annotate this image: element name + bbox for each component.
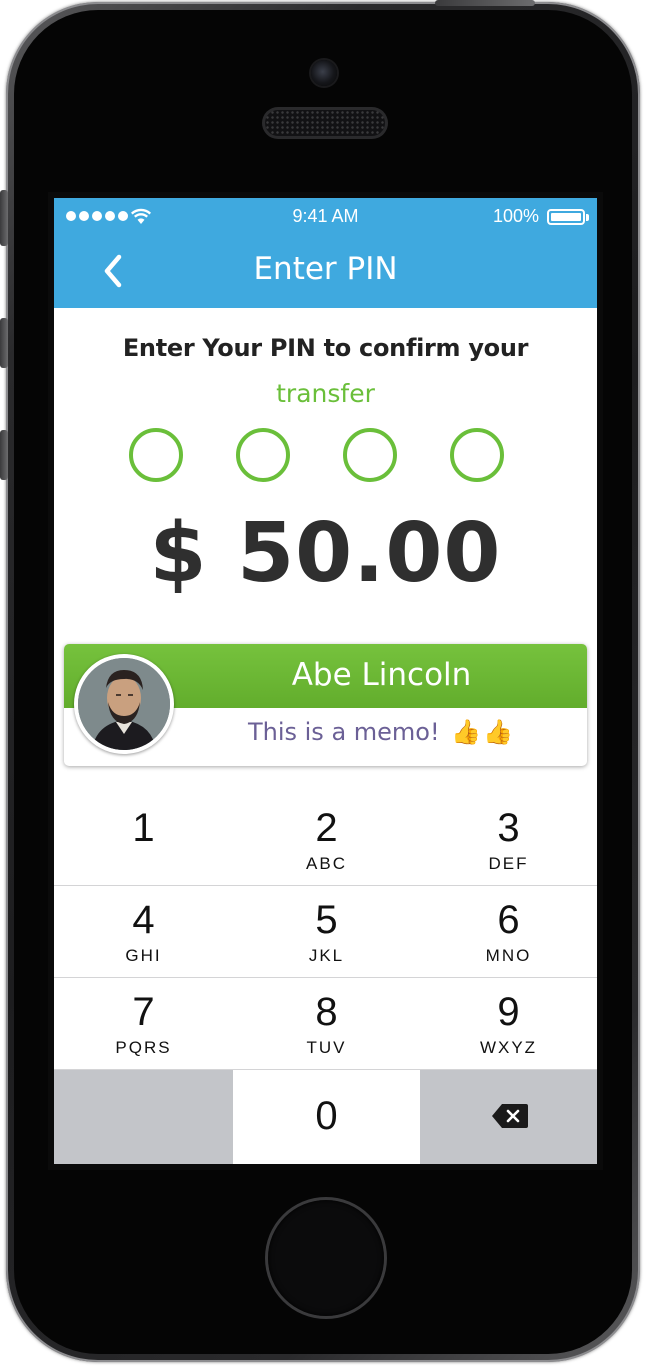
key-digit: 7 [132, 990, 155, 1034]
key-digit: 4 [132, 898, 155, 942]
nav-bar: Enter PIN [54, 234, 597, 308]
pin-dot [236, 428, 290, 482]
battery-percentage: 100% [492, 206, 539, 226]
key-9[interactable]: 9 WXYZ [420, 978, 597, 1070]
key-1[interactable]: 1 [54, 794, 234, 886]
memo-text: This is a memo! [247, 718, 440, 746]
power-button [435, 0, 535, 6]
pin-indicator [129, 428, 505, 482]
key-letters: WXYZ [479, 1038, 538, 1057]
thumbs-up-icon: 👍👍 [451, 718, 516, 746]
transfer-memo: This is a memo! 👍👍 [176, 718, 587, 746]
key-0[interactable]: 0 [233, 1070, 421, 1164]
key-digit: 5 [315, 898, 338, 942]
numeric-keypad: 1 2 ABC 3 DEF 4 GHI 5 JKL 6 MNO 7 PQRS 8 [54, 794, 597, 1164]
key-8[interactable]: 8 TUV [233, 978, 421, 1070]
key-3[interactable]: 3 DEF [420, 794, 597, 886]
key-digit: 6 [497, 898, 520, 942]
key-letters: JKL [308, 946, 345, 965]
key-blank [54, 1070, 234, 1164]
avatar [74, 654, 174, 754]
key-digit: 2 [315, 806, 338, 850]
front-camera [311, 60, 337, 86]
battery-icon [547, 209, 589, 225]
pin-dot [450, 428, 504, 482]
recipient-photo [78, 658, 170, 750]
key-digit: 0 [315, 1094, 338, 1138]
key-digit: 8 [315, 990, 338, 1034]
pin-dot [129, 428, 183, 482]
key-5[interactable]: 5 JKL [233, 886, 421, 978]
key-letters: PQRS [115, 1038, 172, 1057]
delete-button[interactable] [420, 1070, 597, 1164]
pin-prompt: Enter Your PIN to confirm your [122, 334, 529, 362]
app-screen: 9:41 AM 100% Enter PIN Enter Your PIN to… [54, 198, 597, 1164]
pin-dot [343, 428, 397, 482]
key-digit: 9 [497, 990, 520, 1034]
key-4[interactable]: 4 GHI [54, 886, 234, 978]
pin-prompt-accent: transfer [276, 379, 375, 408]
status-bar: 9:41 AM 100% [54, 198, 597, 234]
key-letters: TUV [306, 1038, 347, 1057]
key-letters: MNO [485, 946, 532, 965]
volume-up-button [0, 318, 8, 368]
earpiece-speaker [265, 110, 385, 136]
volume-down-button [0, 430, 8, 480]
key-letters: GHI [125, 946, 162, 965]
key-letters: DEF [488, 854, 529, 873]
home-button[interactable] [268, 1200, 384, 1316]
key-2[interactable]: 2 ABC [233, 794, 421, 886]
key-letters: ABC [306, 854, 347, 873]
transfer-amount: $ 50.00 [149, 506, 502, 601]
key-digit: 1 [132, 806, 155, 850]
key-6[interactable]: 6 MNO [420, 886, 597, 978]
key-7[interactable]: 7 PQRS [54, 978, 234, 1070]
mute-switch [0, 190, 8, 246]
page-title: Enter PIN [253, 251, 398, 287]
recipient-name: Abe Lincoln [291, 657, 472, 693]
key-digit: 3 [497, 806, 520, 850]
backspace-icon [492, 1104, 528, 1128]
